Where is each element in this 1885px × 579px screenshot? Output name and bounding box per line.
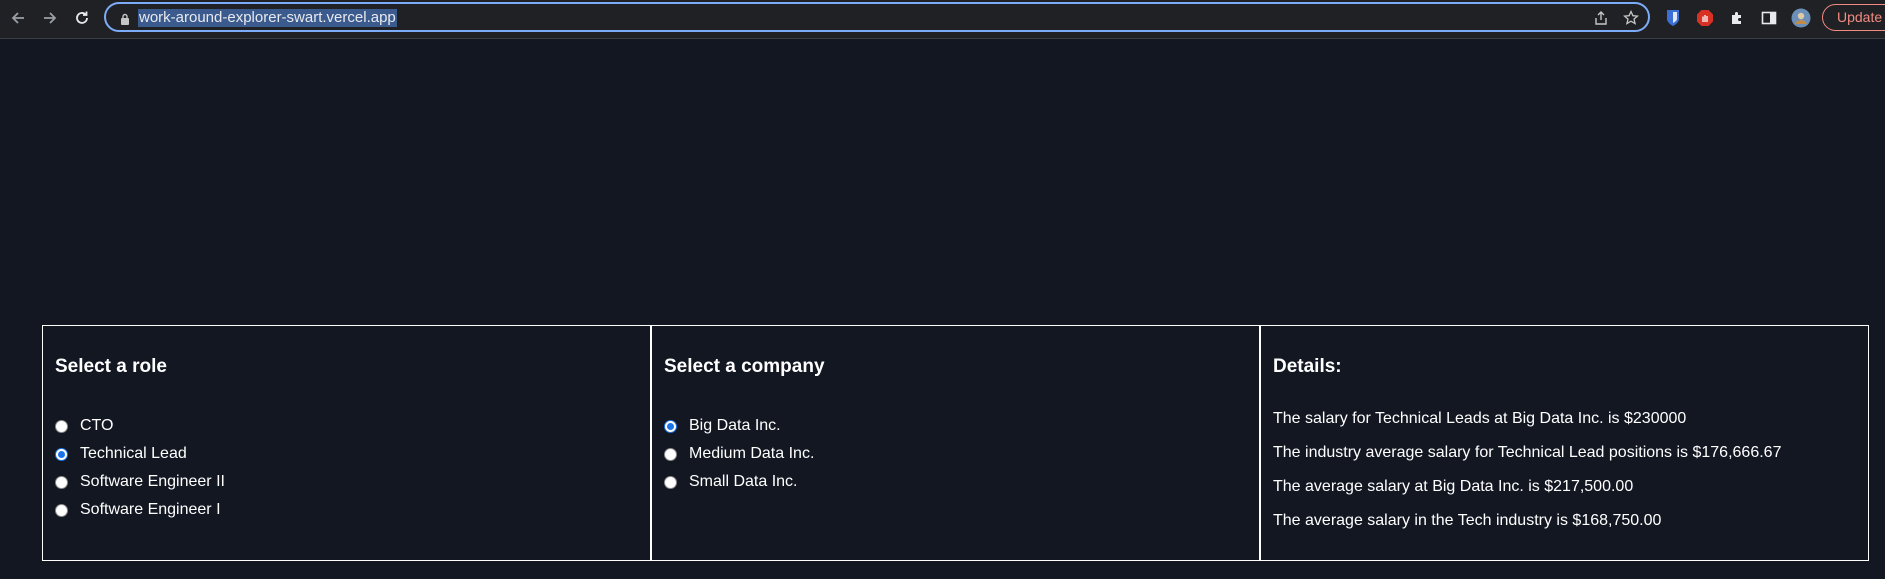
forward-icon[interactable]	[38, 6, 62, 30]
details-industry-average: The average salary in the Tech industry …	[1273, 512, 1662, 529]
company-radio-small-data[interactable]	[664, 475, 677, 489]
role-option-cto[interactable]: CTO	[55, 412, 225, 440]
browser-toolbar: work-around-explorer-swart.vercel.app Up…	[0, 0, 1885, 39]
company-panel-title: Select a company	[664, 356, 825, 377]
role-option-software-engineer-ii[interactable]: Software Engineer II	[55, 468, 225, 496]
puzzle-icon[interactable]	[1726, 7, 1748, 29]
role-option-label[interactable]: Software Engineer I	[80, 501, 221, 519]
url-text[interactable]: work-around-explorer-swart.vercel.app	[138, 9, 397, 27]
reload-icon[interactable]	[70, 6, 94, 30]
role-options: CTO Technical Lead Software Engineer II …	[55, 412, 225, 524]
company-option-medium-data[interactable]: Medium Data Inc.	[664, 440, 814, 468]
role-radio-cto[interactable]	[55, 419, 68, 433]
role-option-label[interactable]: Technical Lead	[80, 445, 187, 463]
role-radio-software-engineer-ii[interactable]	[55, 475, 68, 489]
bitwarden-extension-icon[interactable]	[1662, 7, 1684, 29]
details-panel-title: Details:	[1273, 356, 1342, 377]
stop-hand-extension-icon[interactable]	[1694, 7, 1716, 29]
details-panel: Details: The salary for Technical Leads …	[1260, 325, 1869, 561]
update-button[interactable]: Update	[1822, 4, 1885, 31]
role-radio-technical-lead[interactable]	[55, 447, 68, 461]
company-radio-big-data[interactable]	[664, 419, 677, 433]
role-panel: Select a role CTO Technical Lead Softwar…	[42, 325, 651, 561]
company-option-label[interactable]: Small Data Inc.	[689, 473, 797, 491]
details-company-average: The average salary at Big Data Inc. is $…	[1273, 478, 1634, 495]
company-options: Big Data Inc. Medium Data Inc. Small Dat…	[664, 412, 814, 496]
company-option-small-data[interactable]: Small Data Inc.	[664, 468, 814, 496]
details-salary-line: The salary for Technical Leads at Big Da…	[1273, 410, 1687, 427]
lock-icon[interactable]	[120, 12, 130, 25]
star-icon[interactable]	[1622, 9, 1640, 27]
company-radio-medium-data[interactable]	[664, 447, 677, 461]
company-option-big-data[interactable]: Big Data Inc.	[664, 412, 814, 440]
share-icon[interactable]	[1592, 9, 1610, 27]
profile-avatar[interactable]	[1790, 7, 1812, 29]
company-panel: Select a company Big Data Inc. Medium Da…	[651, 325, 1260, 561]
details-industry-role-average: The industry average salary for Technica…	[1273, 444, 1782, 461]
role-option-software-engineer-i[interactable]: Software Engineer I	[55, 496, 225, 524]
back-icon[interactable]	[6, 6, 30, 30]
details-list: The salary for Technical Leads at Big Da…	[1273, 410, 1781, 546]
role-panel-title: Select a role	[55, 356, 167, 377]
role-radio-software-engineer-i[interactable]	[55, 503, 68, 517]
company-option-label[interactable]: Big Data Inc.	[689, 417, 781, 435]
role-option-technical-lead[interactable]: Technical Lead	[55, 440, 225, 468]
explorer-panels: Select a role CTO Technical Lead Softwar…	[42, 325, 1870, 561]
address-bar[interactable]: work-around-explorer-swart.vercel.app	[104, 2, 1650, 32]
role-option-label[interactable]: Software Engineer II	[80, 473, 225, 491]
role-option-label[interactable]: CTO	[80, 417, 113, 435]
side-panel-icon[interactable]	[1758, 7, 1780, 29]
company-option-label[interactable]: Medium Data Inc.	[689, 445, 814, 463]
